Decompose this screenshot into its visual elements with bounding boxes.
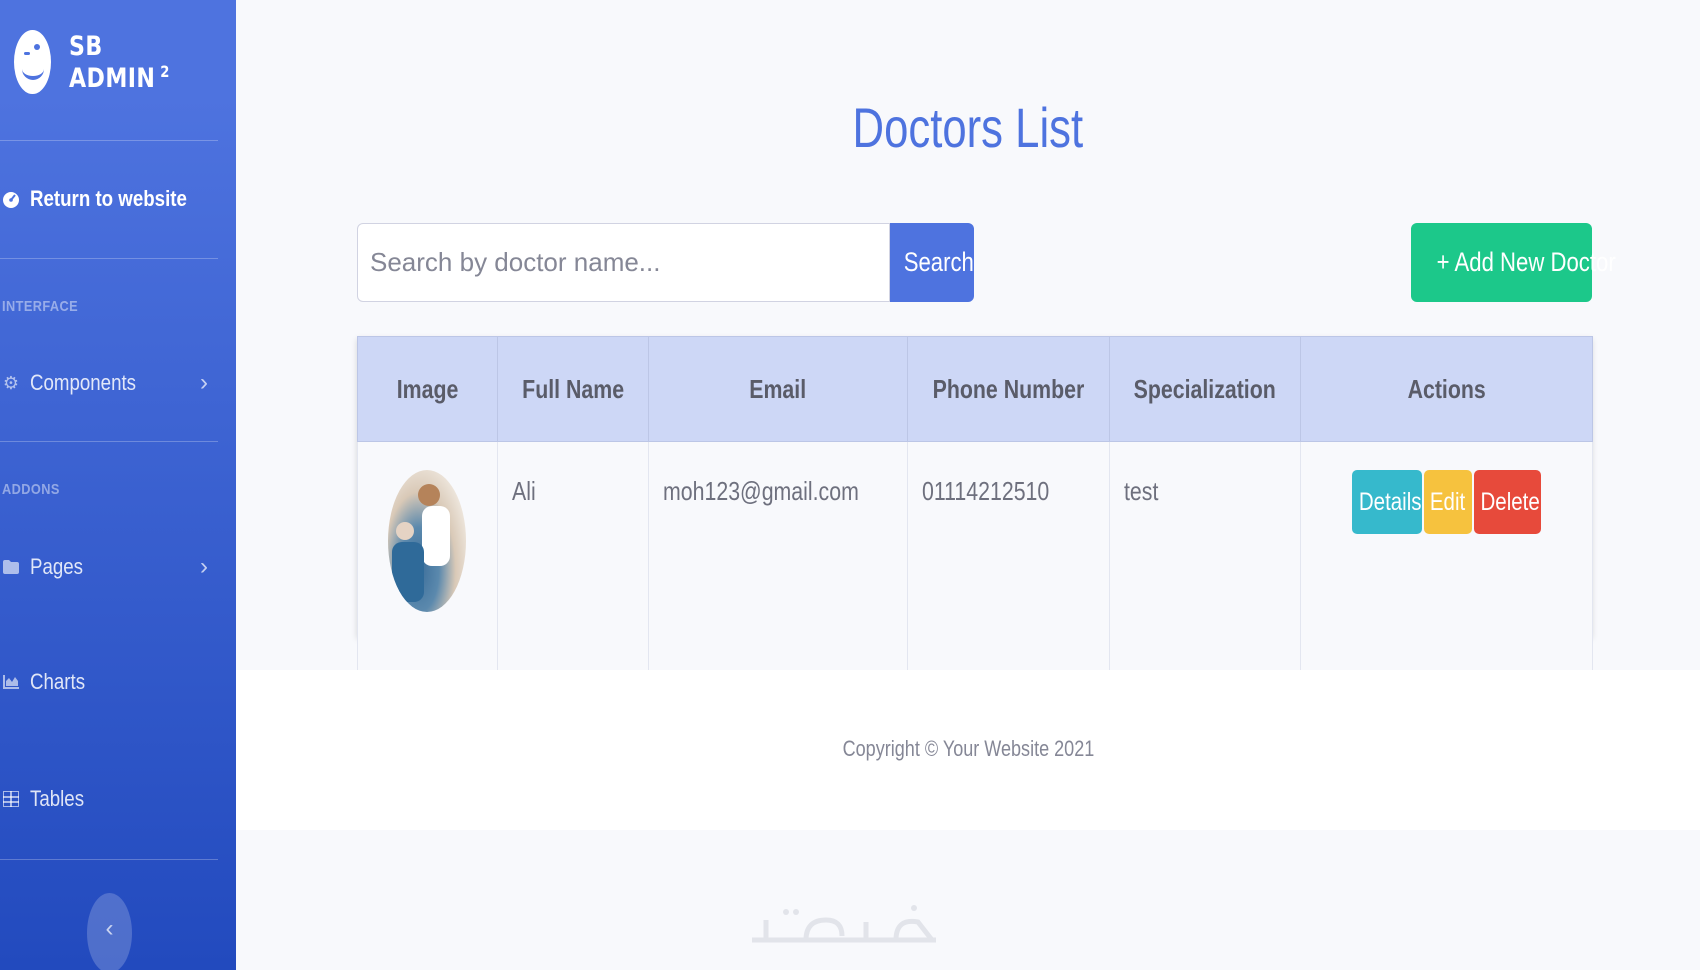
cell-email: moh123@gmail.com <box>648 441 908 673</box>
chevron-left-icon: ‹ <box>105 915 114 942</box>
sidebar-divider <box>0 859 218 860</box>
folder-icon <box>2 558 20 576</box>
edit-button[interactable]: Edit <box>1424 470 1472 534</box>
sidebar-divider <box>0 140 218 141</box>
cell-full-name: Ali <box>497 441 649 673</box>
sidebar-brand[interactable]: SB ADMIN 2 <box>14 30 236 94</box>
sidebar-item-charts[interactable]: Charts <box>2 669 216 695</box>
details-button[interactable]: Details <box>1352 470 1422 534</box>
sidebar-heading-addons: ADDONS <box>2 481 60 498</box>
chart-area-icon <box>2 673 20 691</box>
page-title: Doctors List <box>852 96 1084 159</box>
sidebar-item-label: Components <box>30 370 137 395</box>
tachometer-icon <box>2 190 20 208</box>
search-input[interactable] <box>357 223 890 302</box>
sidebar-item-pages[interactable]: Pages › <box>2 553 216 581</box>
sidebar-toggle-button[interactable]: ‹ <box>87 893 132 970</box>
table-header-row: Image Full Name Email Phone Number Speci… <box>357 336 1593 442</box>
header-email: Email <box>648 336 908 442</box>
brand-name: SB ADMIN 2 <box>68 30 170 94</box>
sidebar: SB ADMIN 2 Return to website INTERFACE ⚙ … <box>0 0 236 970</box>
cell-specialization: test <box>1109 441 1301 673</box>
gear-icon: ⚙ <box>2 372 20 393</box>
header-full-name: Full Name <box>497 336 649 442</box>
header-actions: Actions <box>1300 336 1593 442</box>
sidebar-item-components[interactable]: ⚙ Components › <box>2 369 216 397</box>
sidebar-divider <box>0 258 218 259</box>
sidebar-item-label: Tables <box>30 786 85 811</box>
search-button[interactable]: Search <box>890 223 974 302</box>
laugh-wink-icon <box>14 30 51 94</box>
watermark-logo <box>752 905 936 943</box>
add-new-doctor-button[interactable]: + Add New Doctor <box>1411 223 1616 302</box>
header-specialization: Specialization <box>1109 336 1301 442</box>
sidebar-item-label: Return to website <box>30 186 187 211</box>
copyright-text: Copyright © Your Website 2021 <box>842 736 1094 761</box>
sidebar-item-label: Charts <box>30 669 86 694</box>
sidebar-heading-interface: INTERFACE <box>2 298 79 315</box>
sidebar-divider <box>0 441 218 442</box>
sidebar-item-return-to-website[interactable]: Return to website <box>2 186 216 212</box>
header-phone-number: Phone Number <box>907 336 1110 442</box>
delete-button[interactable]: Delete <box>1474 470 1541 534</box>
chevron-right-icon: › <box>200 369 208 396</box>
cell-actions: Details Edit Delete <box>1300 441 1593 673</box>
sidebar-item-label: Pages <box>30 554 84 579</box>
main-content: Doctors List Search + Add New Doctor Ima… <box>236 0 1700 970</box>
footer: Copyright © Your Website 2021 <box>236 670 1700 830</box>
cell-phone: 01114212510 <box>907 441 1110 673</box>
doctors-table: Image Full Name Email Phone Number Speci… <box>357 336 1593 673</box>
chevron-right-icon: › <box>200 553 208 580</box>
cell-image <box>357 441 498 673</box>
table-icon <box>2 790 20 808</box>
doctor-photo <box>388 470 466 612</box>
page: SB ADMIN 2 Return to website INTERFACE ⚙ … <box>0 0 1700 970</box>
table-row: Ali moh123@gmail.com 01114212510 test De… <box>357 441 1593 673</box>
header-image: Image <box>357 336 498 442</box>
sidebar-item-tables[interactable]: Tables <box>2 786 216 812</box>
